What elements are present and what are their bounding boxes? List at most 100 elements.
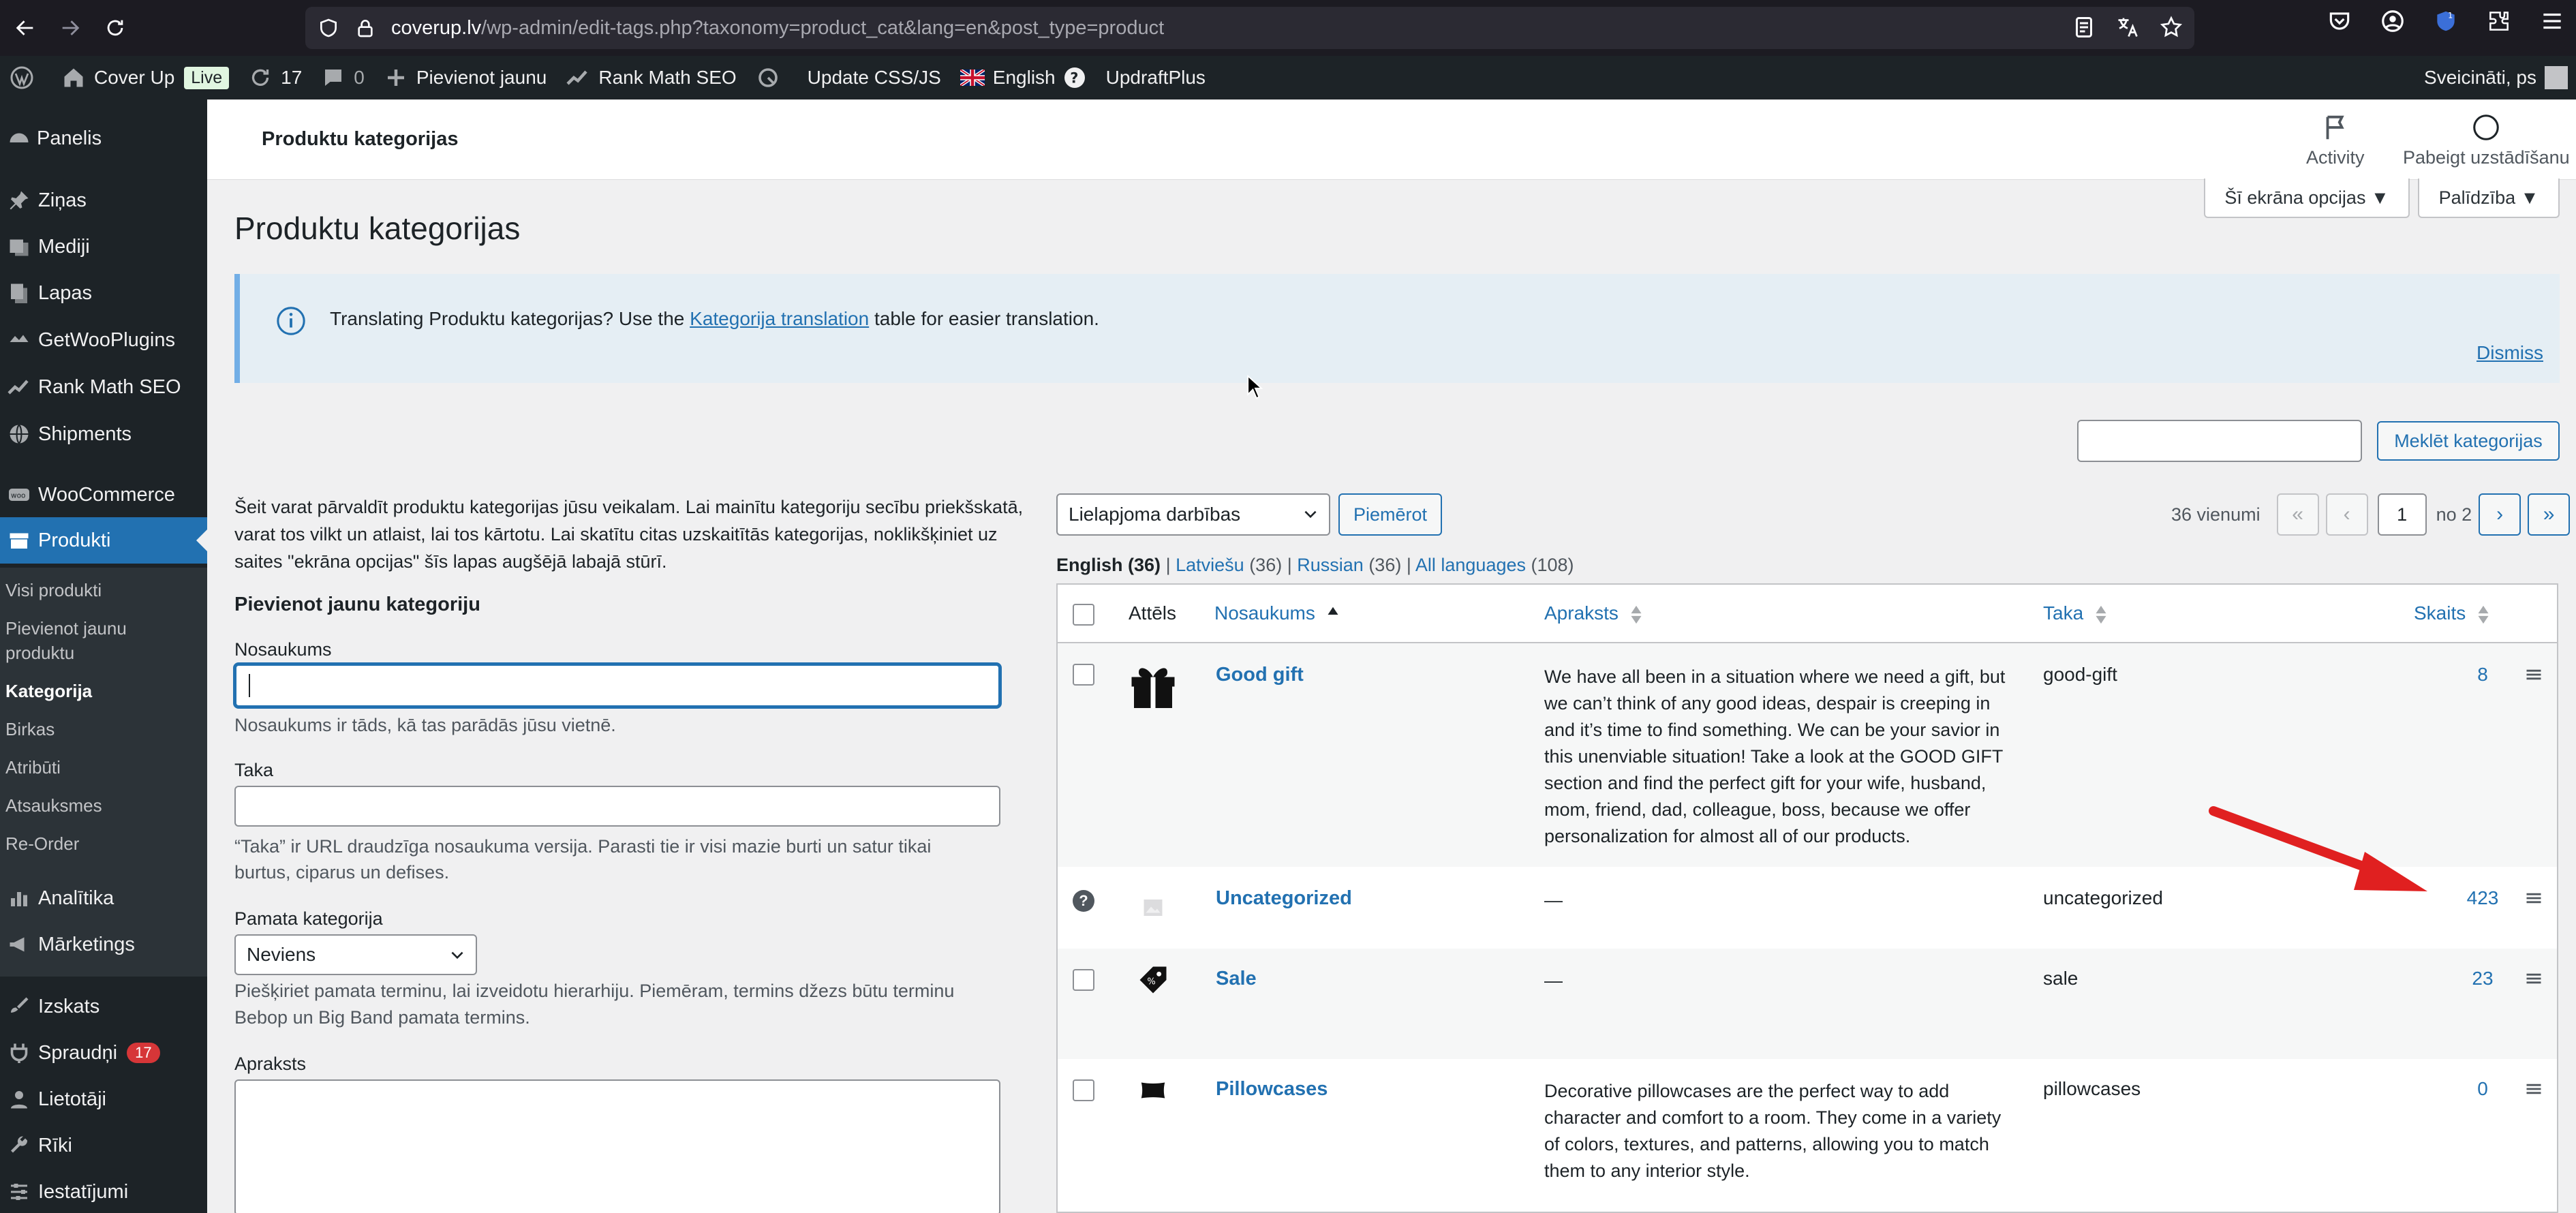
drag-handle-icon[interactable]: [2524, 665, 2543, 684]
column-description[interactable]: Apraksts: [1544, 602, 1643, 625]
lang-filter-latvian[interactable]: Latviešu: [1176, 555, 1244, 575]
bookmark-star-icon[interactable]: [2159, 15, 2183, 40]
column-name[interactable]: Nosaukums: [1214, 602, 1340, 625]
bulk-actions-select[interactable]: Lielapjoma darbības: [1056, 493, 1330, 536]
new-content-link[interactable]: Pievienot jaunu: [374, 56, 556, 99]
help-button[interactable]: Palīdzība ▼: [2418, 179, 2560, 218]
sidebar-item-zinas[interactable]: Ziņas: [0, 177, 207, 224]
sidebar-item-izskats[interactable]: Izskats: [0, 983, 207, 1030]
forward-button[interactable]: [50, 8, 90, 48]
lang-filter-all[interactable]: All languages: [1415, 555, 1526, 575]
search-categories-input[interactable]: [2077, 420, 2362, 462]
submenu-add-new-2[interactable]: produktu: [5, 643, 74, 664]
category-thumbnail[interactable]: [1122, 1059, 1184, 1122]
account-icon[interactable]: [2380, 8, 2406, 34]
activity-button[interactable]: Activity: [2306, 112, 2365, 168]
updraftplus-link[interactable]: UpdraftPlus: [1097, 56, 1215, 99]
current-page-input[interactable]: 1: [2377, 493, 2427, 536]
submenu-add-new[interactable]: Pievienot jaunu: [5, 618, 127, 639]
sidebar-item-woocommerce[interactable]: woo WooCommerce: [0, 472, 207, 518]
sidebar-item-lietotaji[interactable]: Lietotāji: [0, 1076, 207, 1122]
comment-icon: [325, 70, 342, 86]
help-icon[interactable]: ?: [1073, 890, 1094, 912]
row-checkbox[interactable]: [1073, 1079, 1094, 1101]
submenu-reviews[interactable]: Atsauksmes: [5, 795, 102, 816]
prev-page-button[interactable]: ‹: [2325, 493, 2368, 536]
sidebar-item-rankmath[interactable]: Rank Math SEO: [0, 364, 207, 410]
row-checkbox[interactable]: [1073, 969, 1094, 991]
row-checkbox[interactable]: [1073, 664, 1094, 686]
sidebar-item-shipments[interactable]: Shipments: [0, 411, 207, 457]
lock-icon[interactable]: [354, 17, 376, 39]
pocket-icon[interactable]: [2327, 8, 2352, 34]
sidebar-item-spraudni[interactable]: Spraudņi 17: [0, 1030, 207, 1076]
sidebar-item-riki[interactable]: Rīki: [0, 1122, 207, 1169]
search-categories-button[interactable]: Meklēt kategorijas: [2377, 421, 2560, 461]
sidebar-item-lapas[interactable]: Lapas: [0, 270, 207, 316]
apply-button[interactable]: Piemērot: [1338, 493, 1442, 536]
finish-setup-button[interactable]: Pabeigt uzstādīšanu: [2403, 112, 2570, 168]
site-name-link[interactable]: Cover Up Live: [52, 56, 239, 99]
extension-shield-icon[interactable]: 1: [2433, 8, 2459, 34]
category-name-link[interactable]: Uncategorized: [1216, 887, 1352, 910]
sidebar-item-getwooplugins[interactable]: GetWooPlugins: [0, 317, 207, 363]
rankmath-link[interactable]: Rank Math SEO: [556, 56, 746, 99]
drag-handle-icon[interactable]: [2524, 1079, 2543, 1099]
drag-handle-icon[interactable]: [2524, 889, 2543, 908]
category-count-link[interactable]: 8: [2452, 664, 2513, 686]
query-monitor-link[interactable]: [746, 56, 798, 99]
category-thumbnail[interactable]: [1122, 876, 1184, 939]
reload-button[interactable]: [95, 8, 135, 48]
category-thumbnail[interactable]: %: [1122, 949, 1184, 1011]
last-page-button[interactable]: »: [2528, 493, 2571, 536]
category-description-textarea[interactable]: [234, 1079, 1000, 1213]
category-thumbnail[interactable]: [1122, 653, 1184, 716]
column-count[interactable]: Skaits: [2414, 602, 2490, 625]
sidebar-item-analitika[interactable]: Analītika: [0, 875, 207, 921]
column-slug[interactable]: Taka: [2043, 602, 2108, 625]
select-all-checkbox[interactable]: [1073, 604, 1094, 626]
sidebar-item-panelis[interactable]: Panelis: [0, 115, 207, 162]
translation-link[interactable]: Kategorija translation: [690, 308, 869, 329]
category-count-link[interactable]: 23: [2452, 968, 2513, 989]
updates-link[interactable]: 17: [239, 56, 311, 99]
account-menu[interactable]: Sveicināti, ps: [2424, 56, 2576, 99]
category-name-input[interactable]: [234, 664, 1000, 707]
extensions-icon[interactable]: [2486, 8, 2512, 34]
menu-icon[interactable]: [2539, 8, 2565, 34]
sidebar-item-iestatijumi[interactable]: Iestatījumi: [0, 1169, 207, 1213]
first-page-button[interactable]: «: [2276, 493, 2319, 536]
submenu-all-products[interactable]: Visi produkti: [5, 580, 102, 601]
parent-category-select[interactable]: Neviens: [234, 934, 477, 975]
lang-filter-english[interactable]: English: [1056, 555, 1123, 575]
name-help: Nosaukums ir tāds, kā tas parādās jūsu v…: [234, 715, 616, 735]
submenu-attributes[interactable]: Atribūti: [5, 757, 61, 778]
category-slug-input[interactable]: [234, 786, 1000, 827]
category-count-link[interactable]: 423: [2452, 887, 2513, 909]
shield-icon[interactable]: [318, 17, 339, 39]
sidebar-item-marketings[interactable]: Mārketings: [0, 921, 207, 968]
lang-filter-russian[interactable]: Russian: [1297, 555, 1364, 575]
language-switcher[interactable]: English ?: [951, 56, 1097, 99]
category-name-link[interactable]: Pillowcases: [1216, 1078, 1328, 1101]
submenu-reorder[interactable]: Re-Order: [5, 833, 79, 855]
category-name-link[interactable]: Good gift: [1216, 664, 1304, 686]
screen-options-button[interactable]: Šī ekrāna opcijas ▼: [2204, 179, 2410, 218]
sidebar-item-mediji[interactable]: Mediji: [0, 224, 207, 270]
comments-link[interactable]: 0: [311, 56, 374, 99]
submenu-tags[interactable]: Birkas: [5, 719, 55, 740]
sidebar-item-produkti[interactable]: Produkti: [0, 517, 207, 564]
translate-icon[interactable]: [2115, 15, 2140, 40]
pillow-icon: [1141, 1082, 1165, 1099]
address-bar[interactable]: coverup.lv/wp-admin/edit-tags.php?taxono…: [305, 7, 2194, 49]
back-button[interactable]: [5, 8, 45, 48]
category-count-link[interactable]: 0: [2452, 1078, 2513, 1100]
category-name-link[interactable]: Sale: [1216, 968, 1257, 990]
wordpress-logo[interactable]: [0, 56, 52, 99]
dismiss-link[interactable]: Dismiss: [2477, 342, 2543, 364]
next-page-button[interactable]: ›: [2479, 493, 2521, 536]
update-css-link[interactable]: Update CSS/JS: [798, 56, 951, 99]
reader-view-icon[interactable]: [2072, 15, 2096, 40]
submenu-categories[interactable]: Kategorija: [5, 681, 92, 702]
drag-handle-icon[interactable]: [2524, 969, 2543, 988]
